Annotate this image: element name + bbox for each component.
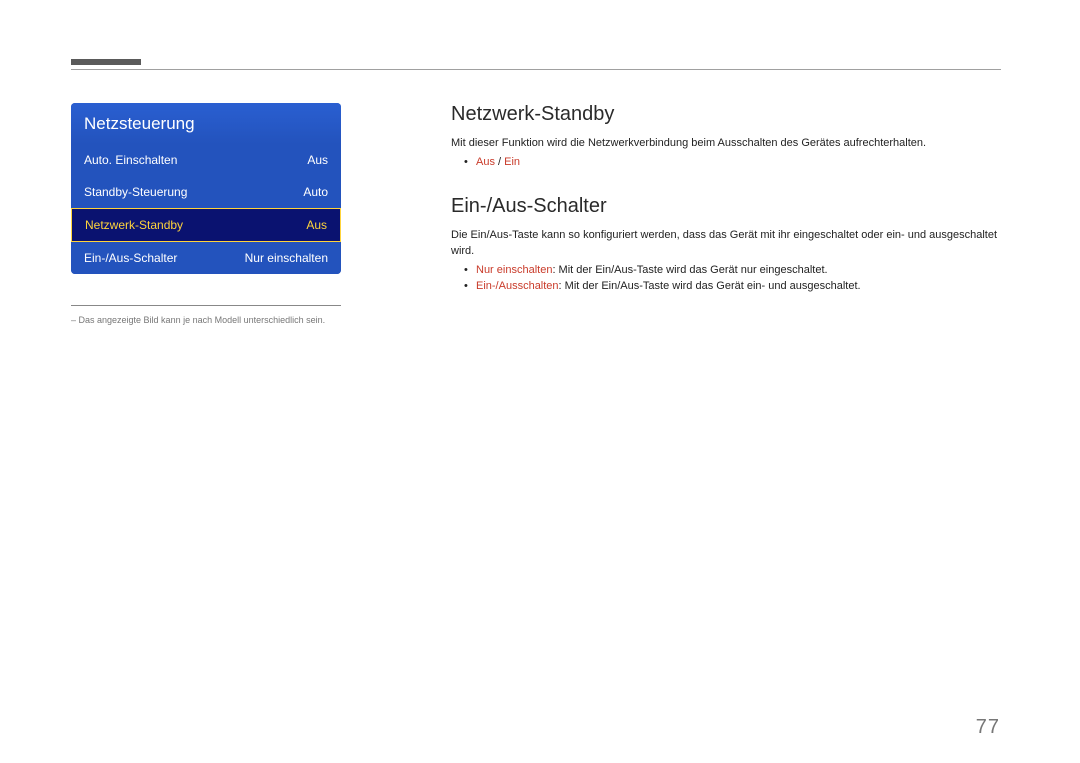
- menu-item-label: Standby-Steuerung: [84, 185, 187, 199]
- option-desc: : Mit der Ein/Aus-Taste wird das Gerät e…: [559, 280, 861, 292]
- menu-item-ein-aus-schalter[interactable]: Ein-/Aus-Schalter Nur einschalten: [71, 242, 341, 274]
- footnote-rule: [71, 305, 341, 306]
- menu-item-label: Netzwerk-Standby: [85, 218, 183, 232]
- option-a: Aus: [476, 156, 495, 168]
- menu-item-value: Nur einschalten: [245, 251, 328, 265]
- menu-item-value: Aus: [307, 153, 328, 167]
- menu-item-auto-einschalten[interactable]: Auto. Einschalten Aus: [71, 144, 341, 176]
- section-heading: Netzwerk-Standby: [451, 103, 1001, 126]
- menu-item-standby-steuerung[interactable]: Standby-Steuerung Auto: [71, 176, 341, 208]
- settings-menu-title: Netzsteuerung: [71, 103, 341, 144]
- menu-item-value: Aus: [306, 218, 327, 232]
- section-netzwerk-standby: Netzwerk-Standby Mit dieser Funktion wir…: [451, 103, 1001, 170]
- header-tab-mark: [71, 59, 141, 65]
- option-list: Nur einschalten: Mit der Ein/Aus-Taste w…: [476, 262, 1001, 295]
- option-term: Nur einschalten: [476, 264, 552, 276]
- menu-item-netzwerk-standby[interactable]: Netzwerk-Standby Aus: [71, 208, 341, 242]
- section-ein-aus-schalter: Ein-/Aus-Schalter Die Ein/Aus-Taste kann…: [451, 195, 1001, 295]
- section-intro: Mit dieser Funktion wird die Netzwerkver…: [451, 136, 1001, 152]
- menu-item-label: Ein-/Aus-Schalter: [84, 251, 177, 265]
- option-desc: : Mit der Ein/Aus-Taste wird das Gerät n…: [552, 264, 827, 276]
- option-b: Ein: [504, 156, 520, 168]
- option-item: Ein-/Ausschalten: Mit der Ein/Aus-Taste …: [476, 278, 1001, 295]
- option-term: Ein-/Ausschalten: [476, 280, 559, 292]
- option-sep: /: [495, 156, 504, 168]
- section-intro: Die Ein/Aus-Taste kann so konfiguriert w…: [451, 228, 1001, 260]
- option-list: Aus / Ein: [476, 154, 1001, 171]
- menu-item-value: Auto: [303, 185, 328, 199]
- menu-item-label: Auto. Einschalten: [84, 153, 177, 167]
- option-item: Aus / Ein: [476, 154, 1001, 171]
- section-heading: Ein-/Aus-Schalter: [451, 195, 1001, 218]
- page-number: 77: [976, 716, 1000, 739]
- option-item: Nur einschalten: Mit der Ein/Aus-Taste w…: [476, 262, 1001, 279]
- settings-menu: Netzsteuerung Auto. Einschalten Aus Stan…: [71, 103, 341, 274]
- header-rule: [71, 69, 1001, 70]
- footnote-text: – Das angezeigte Bild kann je nach Model…: [71, 315, 371, 325]
